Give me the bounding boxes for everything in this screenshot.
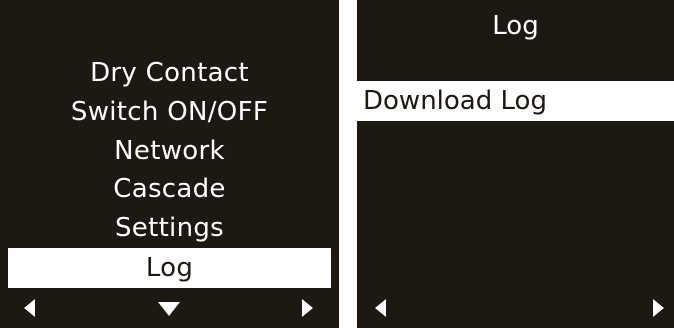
left-arrow-icon[interactable]: [375, 299, 386, 317]
log-screen: Log Download Log: [357, 0, 674, 328]
down-arrow-icon[interactable]: [158, 302, 180, 316]
menu-item-cascade[interactable]: Cascade: [8, 169, 331, 209]
right-arrow-icon[interactable]: [653, 299, 664, 317]
left-arrow-icon[interactable]: [24, 299, 35, 317]
download-log-item[interactable]: Download Log: [357, 81, 674, 121]
menu-item-log[interactable]: Log: [8, 248, 331, 288]
menu-item-dry-contact[interactable]: Dry Contact: [8, 53, 331, 93]
menu-item-settings[interactable]: Settings: [8, 208, 331, 248]
menu-item-network[interactable]: Network: [8, 131, 331, 171]
main-menu-screen: Dry Contact Switch ON/OFF Network Cascad…: [0, 0, 339, 328]
menu-item-switch-on-off[interactable]: Switch ON/OFF: [8, 92, 331, 132]
right-arrow-icon[interactable]: [302, 299, 313, 317]
screen-title: Log: [492, 11, 539, 41]
